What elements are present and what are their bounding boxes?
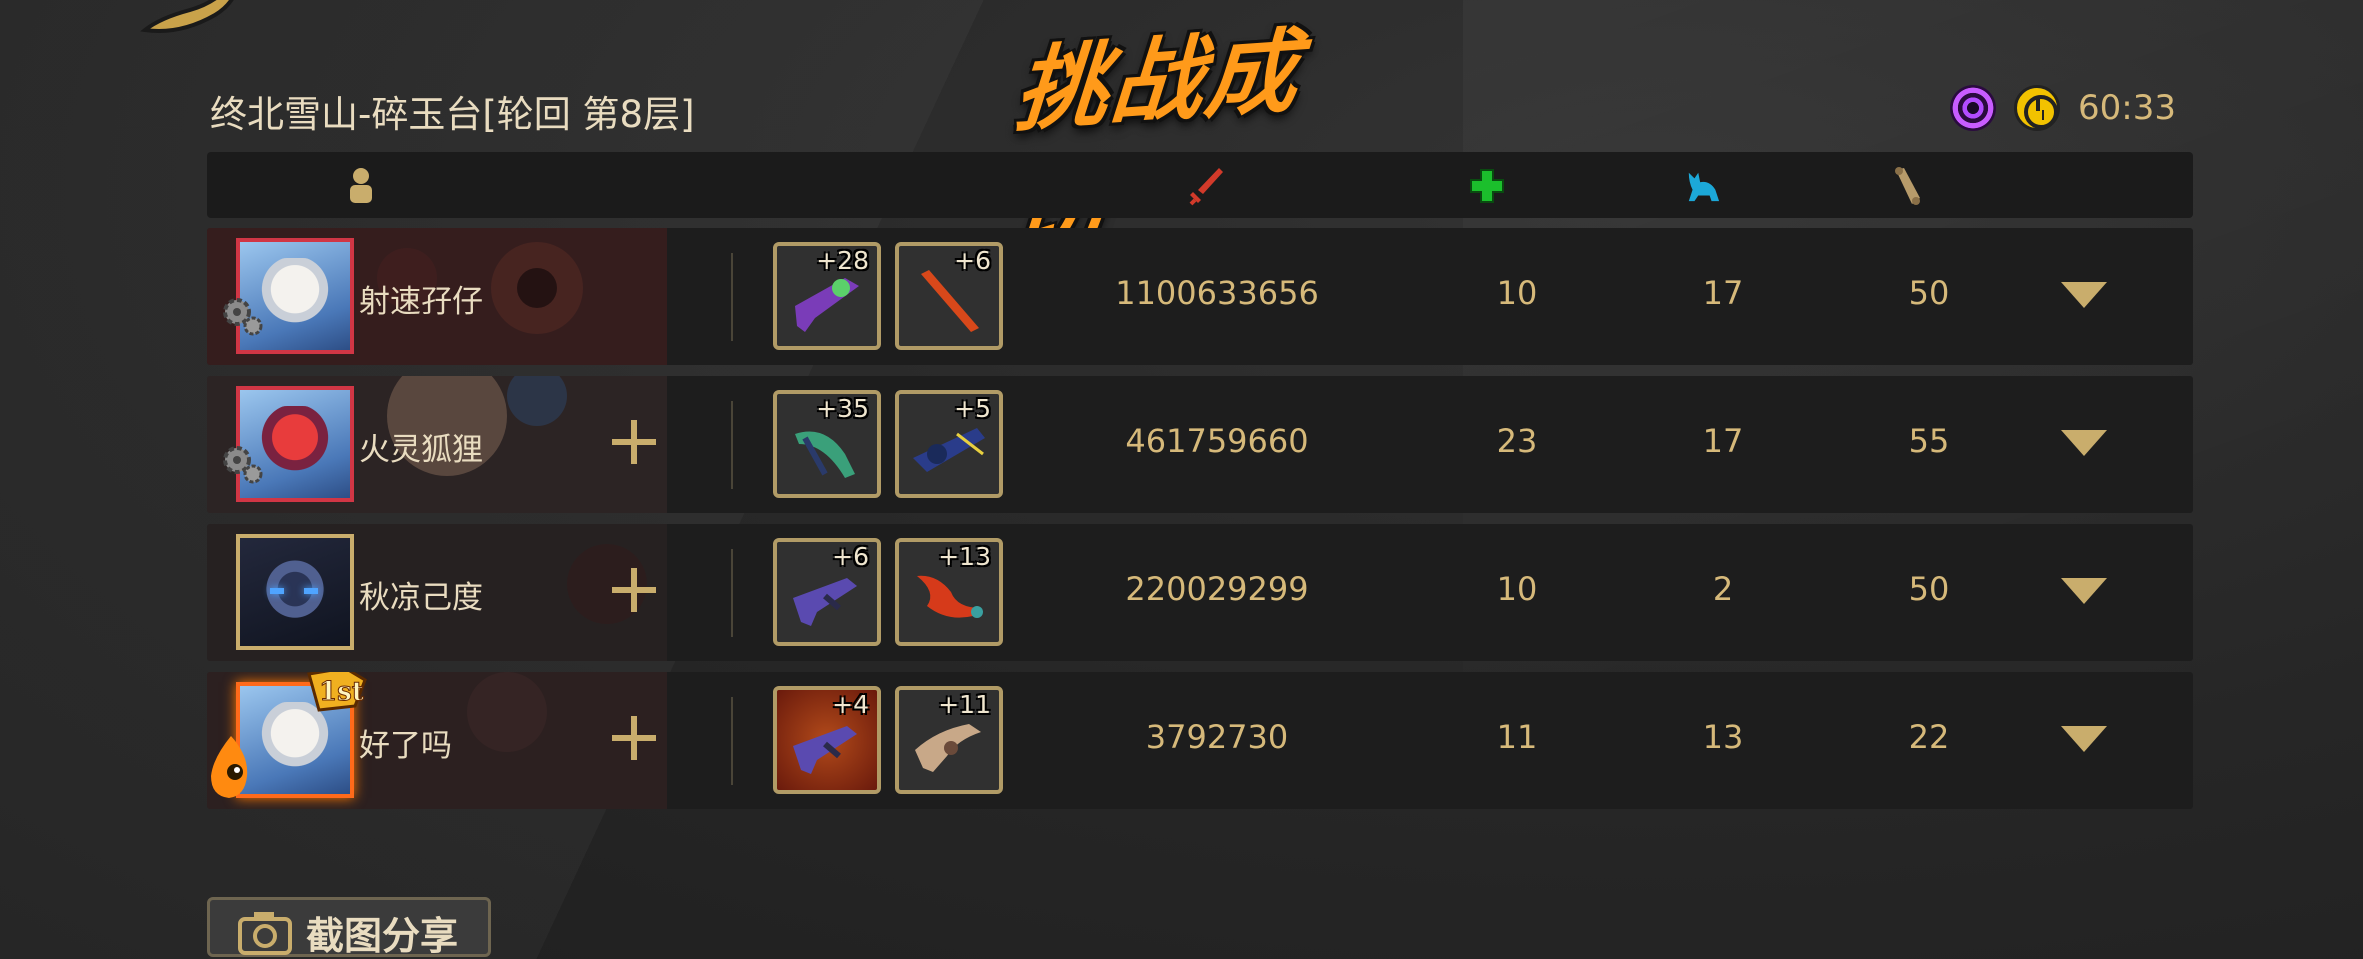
- weapon-slot[interactable]: +5: [895, 390, 1003, 498]
- weapon-level: +6: [832, 542, 869, 571]
- damage-value: 220029299: [1125, 570, 1309, 608]
- weapon-level: +6: [954, 246, 991, 275]
- weapon-icon: [793, 726, 857, 774]
- pet-value: 17: [1702, 274, 1744, 312]
- location-title: 终北雪山-碎玉台[轮回 第8层]: [210, 93, 695, 136]
- heal-value: 23: [1496, 422, 1538, 460]
- gear-icon: [223, 446, 263, 484]
- weapon-level: +28: [816, 246, 869, 275]
- pet-value: 17: [1702, 422, 1744, 460]
- expand-triangle-icon[interactable]: [2061, 578, 2107, 604]
- weapon-slot[interactable]: +4: [773, 686, 881, 794]
- weapon-slot[interactable]: +6: [773, 538, 881, 646]
- weapon-icon: [793, 578, 857, 626]
- player-name: 秋凉己度: [359, 580, 483, 616]
- fire-creature-icon: [211, 736, 248, 798]
- weapon-level: +5: [954, 394, 991, 423]
- weapon-slot[interactable]: +11: [895, 686, 1003, 794]
- weapon-icon: [795, 278, 859, 332]
- heal-value: 10: [1496, 274, 1538, 312]
- screenshot-share-button[interactable]: 截图分享: [207, 897, 491, 958]
- gear-icon: [223, 298, 263, 336]
- pet-value: 2: [1712, 570, 1734, 608]
- add-friend-icon[interactable]: [612, 420, 656, 464]
- player-row: 火灵狐狸 +35 +5 461759660 23 17 55: [207, 376, 2193, 513]
- pet-value: 13: [1702, 718, 1744, 756]
- add-friend-icon[interactable]: [612, 568, 656, 612]
- player-row: 1st 好了吗 +4 +11 3792730 11 13 22: [207, 672, 2193, 809]
- first-place-medal-icon: 1st: [307, 672, 367, 712]
- timer-area: 60:33: [1950, 80, 2176, 136]
- weapon-icon: [795, 431, 855, 478]
- avatar-character-icon: [258, 406, 332, 484]
- scroll-value: 22: [1908, 718, 1950, 756]
- divider: [731, 401, 733, 489]
- player-name: 火灵狐狸: [359, 432, 483, 468]
- person-icon: [343, 166, 379, 206]
- add-friend-icon[interactable]: [612, 716, 656, 760]
- weapon-level: +13: [938, 542, 991, 571]
- camera-icon: [238, 912, 292, 955]
- player-row: 秋凉己度 +6 +13 220029299 10 2 50: [207, 524, 2193, 661]
- weapon-level: +35: [816, 394, 869, 423]
- green-cross-icon: [1469, 166, 1505, 206]
- weapon-slot[interactable]: +13: [895, 538, 1003, 646]
- weapon-icon: [913, 428, 985, 472]
- scroll-icon: [1889, 166, 1925, 206]
- heal-value: 11: [1496, 718, 1538, 756]
- weapon-level: +11: [938, 690, 991, 719]
- share-button-label: 截图分享: [306, 913, 459, 958]
- weapon-icon: [915, 724, 981, 772]
- leaf-decoration-icon: [140, 0, 234, 33]
- weapon-slot[interactable]: +28: [773, 242, 881, 350]
- clock-icon: [2014, 85, 2060, 131]
- damage-value: 1100633656: [1115, 274, 1319, 312]
- weapon-level: +4: [832, 690, 869, 719]
- weapon-slot[interactable]: +6: [895, 242, 1003, 350]
- heal-value: 10: [1496, 570, 1538, 608]
- cat-icon: [1685, 166, 1721, 206]
- damage-value: 3792730: [1145, 718, 1289, 756]
- spiral-portal-icon: [1950, 85, 1996, 131]
- divider: [731, 253, 733, 341]
- expand-triangle-icon[interactable]: [2061, 282, 2107, 308]
- scroll-value: 50: [1908, 274, 1950, 312]
- divider: [731, 549, 733, 637]
- scroll-value: 55: [1908, 422, 1950, 460]
- weapon-icon: [917, 575, 983, 618]
- player-name: 射速孖仔: [359, 284, 483, 320]
- expand-triangle-icon[interactable]: [2061, 430, 2107, 456]
- weapon-icon: [921, 270, 979, 332]
- scroll-value: 50: [1908, 570, 1950, 608]
- svg-text:1st: 1st: [319, 677, 364, 707]
- divider: [731, 697, 733, 785]
- player-avatar[interactable]: [236, 534, 354, 650]
- sword-icon: [1189, 166, 1225, 206]
- wolf-eye: [304, 588, 318, 594]
- avatar-character-icon: [258, 258, 332, 336]
- expand-triangle-icon[interactable]: [2061, 726, 2107, 752]
- timer-value: 60:33: [2078, 88, 2176, 128]
- damage-value: 461759660: [1125, 422, 1309, 460]
- avatar-character-icon: [258, 702, 332, 780]
- player-name: 好了吗: [359, 728, 452, 764]
- weapon-slot[interactable]: +35: [773, 390, 881, 498]
- wolf-eye: [270, 588, 284, 594]
- stats-header: [207, 152, 2193, 218]
- player-row: 射速孖仔 +28 +6 1100633656 10 17 50: [207, 228, 2193, 365]
